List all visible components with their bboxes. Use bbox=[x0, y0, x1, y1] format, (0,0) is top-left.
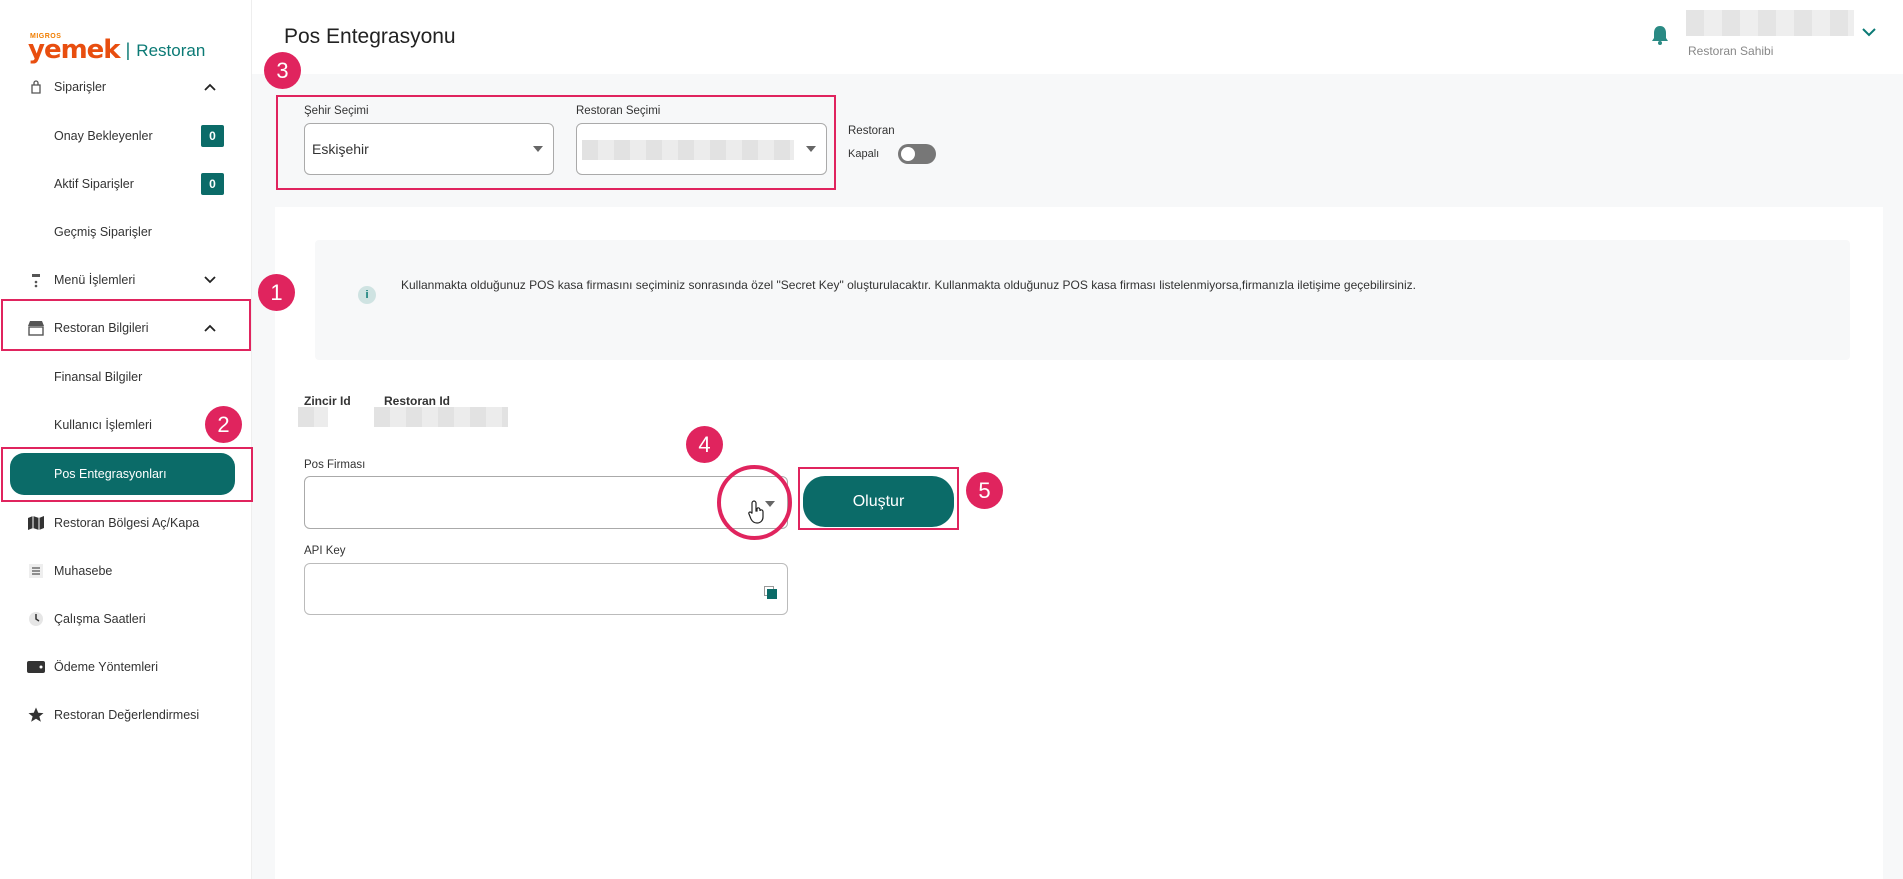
annotation-number-1: 1 bbox=[258, 274, 295, 311]
annotation-number-2: 2 bbox=[205, 406, 242, 443]
restaurant-id-label: Restoran Id bbox=[384, 394, 451, 408]
map-icon bbox=[27, 514, 45, 532]
sidebar-item-label: Finansal Bilgiler bbox=[54, 370, 143, 384]
sidebar-item-muhasebe[interactable]: Muhasebe bbox=[0, 551, 252, 591]
sidebar-item-label: Aktif Siparişler bbox=[54, 177, 134, 191]
yemek-wordmark: yemek bbox=[28, 35, 121, 65]
sidebar-item-label: Menü İşlemleri bbox=[54, 273, 136, 287]
menu-icon bbox=[27, 271, 45, 289]
sidebar-item-aktif-siparisler[interactable]: Aktif Siparişler 0 bbox=[0, 164, 252, 204]
sidebar-item-onay-bekleyenler[interactable]: Onay Bekleyenler 0 bbox=[0, 116, 252, 156]
sidebar-item-label: Muhasebe bbox=[54, 564, 113, 578]
sidebar-item-label: Restoran Bölgesi Aç/Kapa bbox=[54, 516, 200, 530]
sidebar-item-label: Kullanıcı İşlemleri bbox=[54, 418, 152, 432]
annotation-highlight-5 bbox=[798, 467, 959, 530]
info-icon: i bbox=[358, 286, 376, 304]
sidebar-item-calisma-saatleri[interactable]: Çalışma Saatleri bbox=[0, 599, 252, 639]
annotation-number-4: 4 bbox=[686, 426, 723, 463]
annotation-number-5: 5 bbox=[966, 472, 1003, 509]
annotation-highlight-1 bbox=[1, 299, 251, 351]
sidebar-item-label: Onay Bekleyenler bbox=[54, 129, 153, 143]
toggle-state-label: Kapalı bbox=[848, 148, 880, 160]
toggle-knob bbox=[901, 147, 915, 161]
list-icon bbox=[27, 562, 45, 580]
wallet-icon bbox=[27, 658, 45, 676]
pos-firm-label: Pos Firması bbox=[304, 459, 366, 471]
sidebar-item-restoran-bolgesi[interactable]: Restoran Bölgesi Aç/Kapa bbox=[0, 503, 252, 543]
bell-icon[interactable] bbox=[1651, 25, 1671, 47]
sidebar-item-menu-islemleri[interactable]: Menü İşlemleri bbox=[0, 260, 252, 300]
hand-cursor-icon bbox=[748, 500, 766, 530]
info-text: Kullanmakta olduğunuz POS kasa firmasını… bbox=[401, 278, 1416, 292]
sidebar-item-restoran-degerlendirmesi[interactable]: Restoran Değerlendirmesi bbox=[0, 695, 252, 735]
chevron-down-icon[interactable] bbox=[202, 272, 218, 288]
api-key-label: API Key bbox=[304, 545, 346, 557]
chevron-down-icon[interactable] bbox=[1862, 24, 1876, 42]
annotation-number-3: 3 bbox=[264, 52, 301, 89]
sidebar-item-label: Restoran Değerlendirmesi bbox=[54, 708, 200, 722]
restoran-wordmark: Restoran bbox=[136, 41, 206, 60]
annotation-highlight-3 bbox=[276, 95, 836, 190]
migros-mark: MIGROS bbox=[30, 33, 62, 40]
annotation-highlight-2 bbox=[1, 447, 253, 502]
count-badge: 0 bbox=[201, 125, 224, 147]
clock-icon bbox=[27, 610, 45, 628]
chain-id-redacted bbox=[298, 407, 328, 427]
sidebar-item-label: Geçmiş Siparişler bbox=[54, 225, 152, 239]
restaurant-open-toggle[interactable] bbox=[898, 144, 936, 164]
page-title: Pos Entegrasyonu bbox=[284, 25, 456, 48]
sidebar-item-label: Ödeme Yöntemleri bbox=[54, 660, 158, 674]
copy-icon[interactable] bbox=[764, 586, 777, 599]
pos-firm-select[interactable] bbox=[304, 476, 788, 529]
restaurant-id-redacted bbox=[374, 407, 508, 427]
user-role: Restoran Sahibi bbox=[1688, 44, 1774, 58]
logo-separator: | bbox=[125, 40, 131, 60]
bag-icon bbox=[27, 78, 45, 96]
chain-id-label: Zincir Id bbox=[304, 394, 351, 408]
sidebar-item-label: Siparişler bbox=[54, 80, 107, 94]
sidebar-item-gecmis-siparisler[interactable]: Geçmiş Siparişler bbox=[0, 212, 252, 252]
chevron-up-icon[interactable] bbox=[202, 79, 218, 95]
sidebar-item-odeme-yontemleri[interactable]: Ödeme Yöntemleri bbox=[0, 647, 252, 687]
sidebar-item-finansal-bilgiler[interactable]: Finansal Bilgiler bbox=[0, 357, 252, 397]
api-key-field[interactable] bbox=[304, 563, 788, 615]
star-icon bbox=[27, 706, 45, 724]
sidebar-item-label: Çalışma Saatleri bbox=[54, 612, 146, 626]
toggle-label: Restoran bbox=[848, 125, 895, 137]
count-badge: 0 bbox=[201, 173, 224, 195]
sidebar-item-siparisler[interactable]: Siparişler bbox=[0, 67, 252, 107]
user-name-redacted[interactable] bbox=[1686, 10, 1854, 36]
logo[interactable]: MIGROS yemek | Restoran bbox=[28, 30, 205, 64]
info-box bbox=[315, 240, 1850, 360]
